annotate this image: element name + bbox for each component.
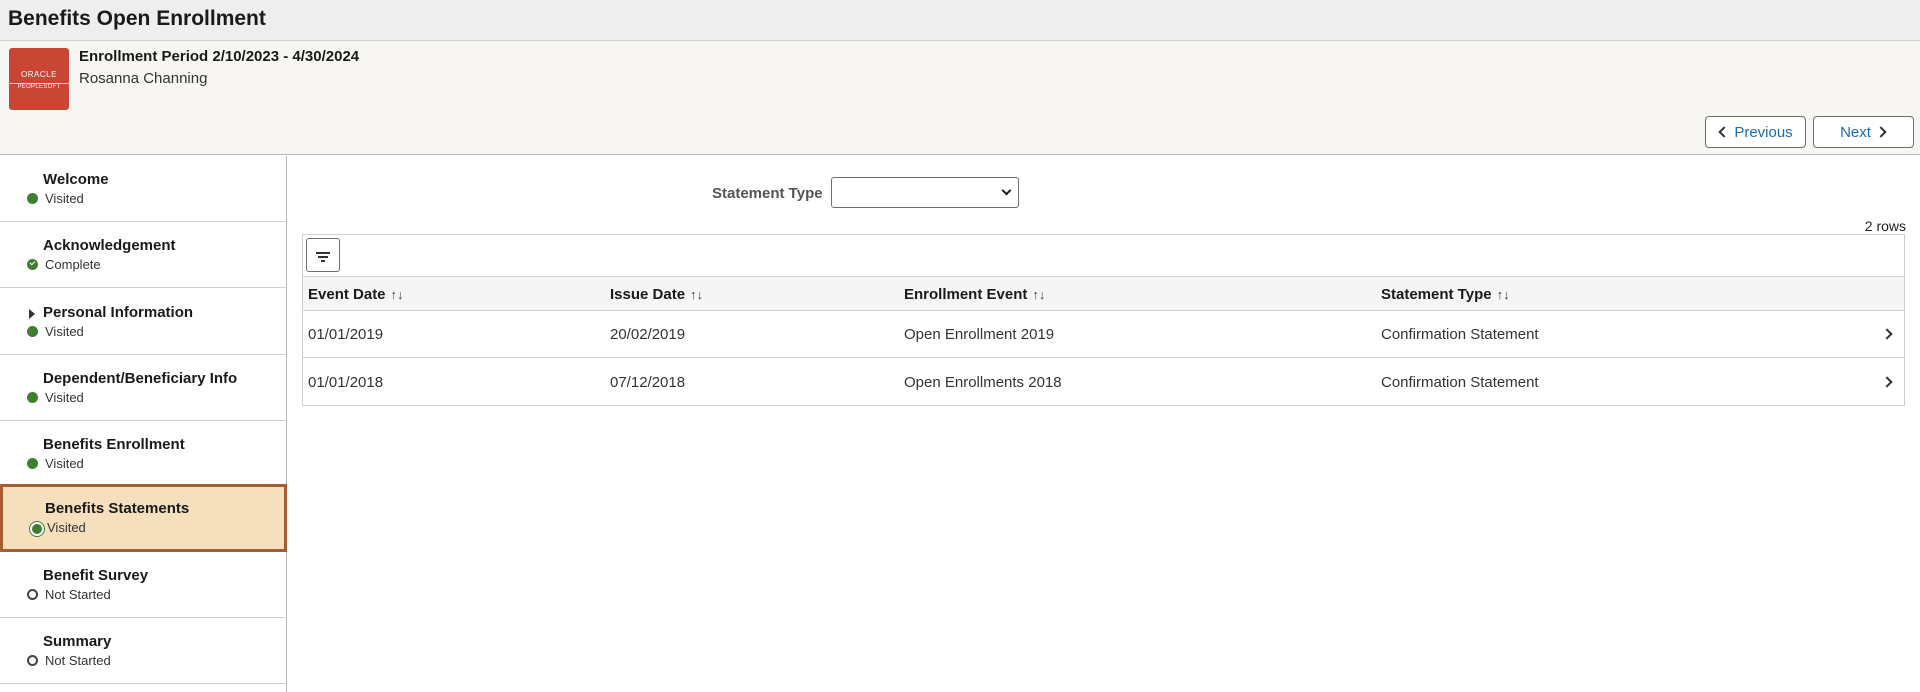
next-button[interactable]: Next [1813,116,1914,148]
oracle-peoplesoft-logo: ORACLE PEOPLESOFT [9,48,69,110]
step-status: Not Started [45,587,111,602]
cell-event-date: 01/01/2018 [308,374,384,391]
employee-name: Rosanna Channing [79,70,208,87]
step-label: Benefits Statements [45,500,190,517]
table-row[interactable]: 01/01/2019 20/02/2019 Open Enrollment 20… [303,311,1904,358]
column-header-label: Enrollment Event [904,286,1028,303]
header: ORACLE PEOPLESOFT Enrollment Period 2/10… [0,41,1920,155]
logo-text-oracle: ORACLE [21,70,57,79]
step-dependent-beneficiary-info[interactable]: Dependent/Beneficiary Info Visited [0,355,287,421]
chevron-right-icon [1875,126,1887,138]
step-acknowledgement[interactable]: Acknowledgement Complete [0,222,287,288]
column-header-event-date[interactable]: Event Date ↑↓ [308,286,404,303]
step-status: Not Started [45,653,111,668]
step-label: Benefit Survey [43,567,149,584]
column-header-label: Issue Date [610,286,686,303]
sort-icon: ↑↓ [1032,287,1046,302]
sort-icon: ↑↓ [390,287,404,302]
cell-issue-date: 20/02/2019 [610,326,686,343]
step-benefits-statements[interactable]: Benefits Statements Visited [0,484,287,552]
step-status: Visited [45,456,84,471]
cell-enrollment-event: Open Enrollments 2018 [904,374,1062,391]
visited-status-icon [27,392,38,403]
page-title: Benefits Open Enrollment [8,7,266,30]
visited-status-icon [27,326,38,337]
column-header-issue-date[interactable]: Issue Date ↑↓ [610,286,703,303]
cell-statement-type: Confirmation Statement [1381,374,1539,391]
step-status: Complete [45,257,101,272]
step-welcome[interactable]: Welcome Visited [0,156,287,222]
filter-icon-line [321,260,325,262]
step-summary[interactable]: Summary Not Started [0,618,287,684]
step-navigation: Welcome Visited Acknowledgement Complete… [0,156,287,692]
column-header-label: Event Date [308,286,386,303]
main-content: Statement Type 2 rows Event Date ↑↓ Issue… [288,156,1920,692]
step-label: Personal Information [43,304,194,321]
next-button-label: Next [1840,123,1871,141]
chevron-right-icon [1881,376,1893,388]
chevron-right-icon [1881,328,1893,340]
logo-text-peoplesoft: PEOPLESOFT [9,83,69,90]
filter-button[interactable] [306,238,340,272]
column-header-enrollment-event[interactable]: Enrollment Event ↑↓ [904,286,1045,303]
enrollment-period: Enrollment Period 2/10/2023 - 4/30/2024 [79,48,360,65]
chevron-down-icon [1001,185,1012,196]
step-label: Benefits Enrollment [43,436,185,453]
statement-type-label: Statement Type [712,185,823,202]
step-label: Dependent/Beneficiary Info [43,370,238,387]
visited-status-icon [27,193,38,204]
sort-icon: ↑↓ [690,287,704,302]
title-bar: Benefits Open Enrollment [0,0,1920,41]
step-personal-information[interactable]: Personal Information Visited [0,289,287,355]
cell-statement-type: Confirmation Statement [1381,326,1539,343]
cell-event-date: 01/01/2019 [308,326,384,343]
filter-icon-line [318,256,328,258]
grid-toolbar [303,235,1904,277]
row-count: 2 rows [1864,218,1906,234]
table-row[interactable]: 01/01/2018 07/12/2018 Open Enrollments 2… [303,359,1904,406]
visited-status-icon [27,458,38,469]
step-benefit-survey[interactable]: Benefit Survey Not Started [0,552,287,618]
cell-issue-date: 07/12/2018 [610,374,686,391]
expand-triangle-icon[interactable] [29,309,35,319]
not-started-status-icon [27,655,38,666]
filter-icon [316,252,330,254]
chevron-left-icon [1718,126,1730,138]
visited-status-icon [30,522,44,536]
step-benefits-enrollment[interactable]: Benefits Enrollment Visited [0,421,287,487]
previous-button[interactable]: Previous [1705,116,1806,148]
column-header-statement-type[interactable]: Statement Type ↑↓ [1381,286,1510,303]
grid-header: Event Date ↑↓ Issue Date ↑↓ Enrollment Eve… [303,277,1904,311]
step-status: Visited [45,390,84,405]
sort-icon: ↑↓ [1496,287,1510,302]
cell-enrollment-event: Open Enrollment 2019 [904,326,1055,343]
step-label: Acknowledgement [43,237,176,254]
step-status: Visited [45,191,84,206]
statements-grid: Event Date ↑↓ Issue Date ↑↓ Enrollment Eve… [302,234,1905,406]
previous-button-label: Previous [1734,123,1793,141]
step-status: Visited [45,324,84,339]
complete-check-icon [27,259,38,270]
column-header-label: Statement Type [1381,286,1492,303]
step-label: Summary [43,633,112,650]
statement-type-select[interactable] [831,177,1019,208]
step-label: Welcome [43,171,109,188]
step-status: Visited [47,520,86,535]
not-started-status-icon [27,589,38,600]
